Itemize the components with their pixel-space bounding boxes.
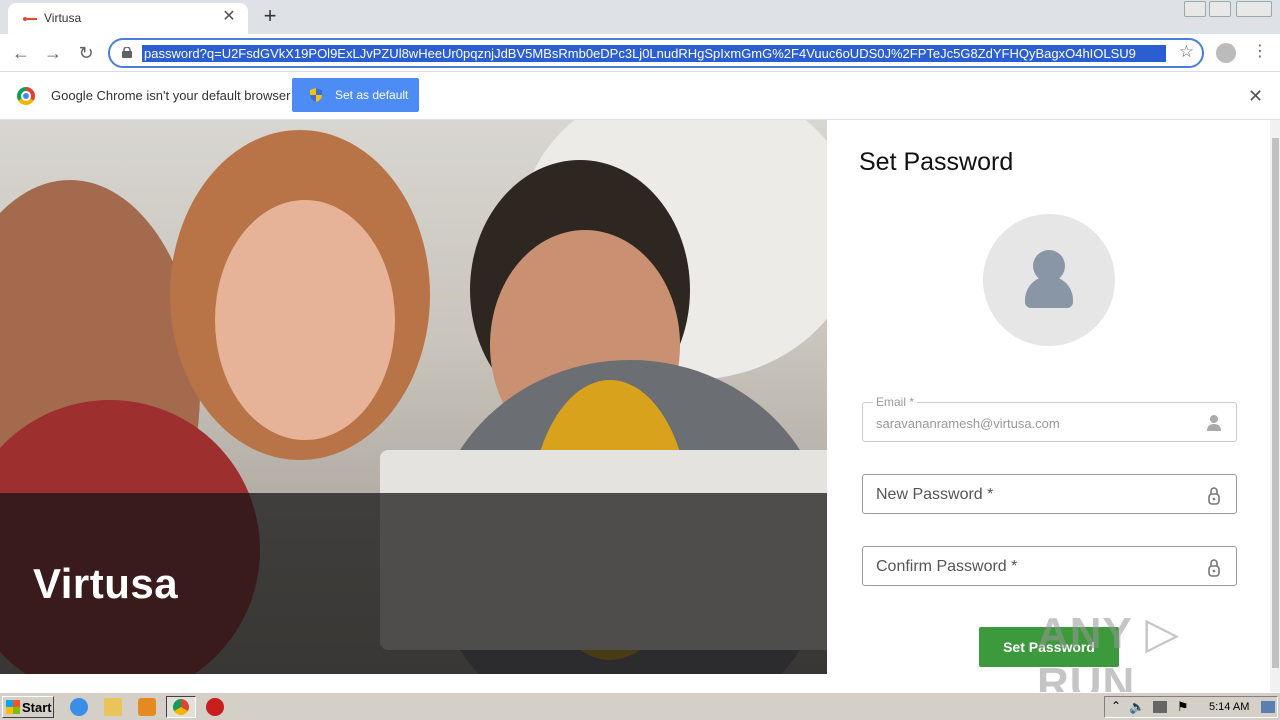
email-field[interactable]: Email * saravananramesh@virtusa.com [862,395,1237,442]
new-password-field[interactable]: New Password * [862,474,1237,514]
profile-avatar-icon[interactable] [1216,43,1236,63]
set-as-default-label: Set as default [335,88,409,102]
virtusa-favicon-icon [23,17,37,21]
file-explorer-icon[interactable] [104,698,122,716]
chrome-icon [173,699,189,715]
start-label: Start [22,700,52,715]
confirm-password-placeholder: Confirm Password * [876,558,1018,575]
taskbar-clock[interactable]: 5:14 AM [1209,701,1249,713]
lock-icon [122,47,132,58]
hero-photo: Virtusa [0,120,827,674]
volume-icon[interactable]: 🔈 [1129,699,1145,715]
user-icon [1207,415,1221,431]
lock-icon [1208,559,1220,577]
browser-toolbar: ← → ↻ password?q=U2FsdGVkX19POl9ExLJvPZU… [0,34,1280,72]
url-text[interactable]: password?q=U2FsdGVkX19POl9ExLJvPZUl8wHee… [142,45,1166,62]
opera-icon[interactable] [206,698,224,716]
network-icon[interactable] [1153,701,1167,713]
tab-strip: Virtusa ✕ + [0,0,1280,34]
new-password-placeholder: New Password * [876,486,994,503]
internet-explorer-icon[interactable] [70,698,88,716]
set-password-panel: Set Password Email * saravananramesh@vir… [827,120,1270,708]
email-label: Email * [873,395,918,409]
tab-title: Virtusa [44,11,82,25]
scrollbar-thumb[interactable] [1272,138,1279,668]
start-button[interactable]: Start [2,696,54,718]
chrome-taskbar-button[interactable] [166,696,196,718]
chrome-logo-icon [17,87,35,105]
show-desktop-icon[interactable] [1261,701,1275,713]
tab-virtusa[interactable]: Virtusa ✕ [8,3,248,34]
reload-button[interactable]: ↻ [73,40,99,66]
tab-close-icon[interactable]: ✕ [220,8,238,26]
tray-expand-icon[interactable]: ⌃ [1111,699,1121,713]
infobar-close-icon[interactable]: ✕ [1248,86,1263,107]
email-value: saravananramesh@virtusa.com [876,416,1060,431]
user-avatar-icon [983,214,1115,346]
back-button[interactable]: ← [8,40,34,66]
bookmark-star-icon[interactable]: ☆ [1179,42,1194,62]
forward-button[interactable]: → [40,40,66,66]
system-tray: ⌃ 🔈 ⚑ [1104,696,1278,718]
windows-flag-icon [6,700,20,714]
confirm-password-field[interactable]: Confirm Password * [862,546,1237,586]
lock-icon [1208,487,1220,505]
set-as-default-button[interactable]: Set as default [292,78,419,112]
hero-brand-title: Virtusa [33,560,179,607]
default-browser-infobar: Google Chrome isn't your default browser… [0,72,1280,120]
window-close-button[interactable] [1236,1,1272,17]
chrome-menu-icon[interactable]: ⋮ [1252,42,1268,62]
person-middle-face [215,200,395,440]
infobar-message: Google Chrome isn't your default browser [51,88,291,103]
address-bar[interactable]: password?q=U2FsdGVkX19POl9ExLJvPZUl8wHee… [108,38,1204,68]
restore-button[interactable] [1209,1,1231,17]
minimize-button[interactable] [1184,1,1206,17]
media-player-icon[interactable] [138,698,156,716]
windows-taskbar: Start ⌃ 🔈 ⚑ 5:14 AM [0,692,1280,720]
new-tab-button[interactable]: + [258,4,282,28]
action-center-flag-icon[interactable]: ⚑ [1177,699,1189,715]
uac-shield-icon [310,88,322,102]
page-title: Set Password [859,148,1014,176]
